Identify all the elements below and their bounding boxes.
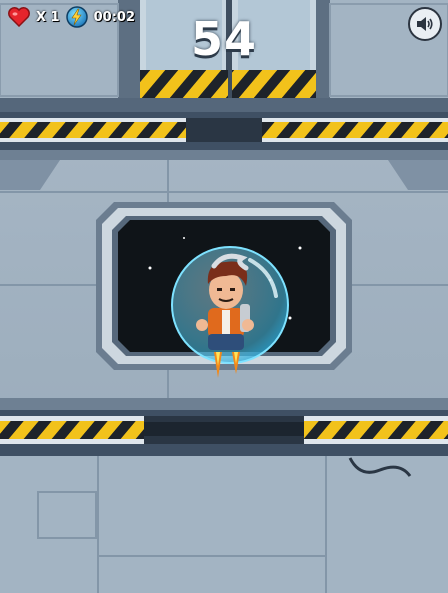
speaker-icon — [417, 17, 433, 31]
sound-toggle-button[interactable] — [408, 7, 442, 41]
score-counter: 54 — [190, 12, 257, 66]
game-scene — [0, 0, 448, 593]
game-stage: X 1 00:02 54 — [0, 0, 448, 593]
bottom-rail — [0, 398, 448, 456]
lower-wall — [0, 456, 448, 593]
